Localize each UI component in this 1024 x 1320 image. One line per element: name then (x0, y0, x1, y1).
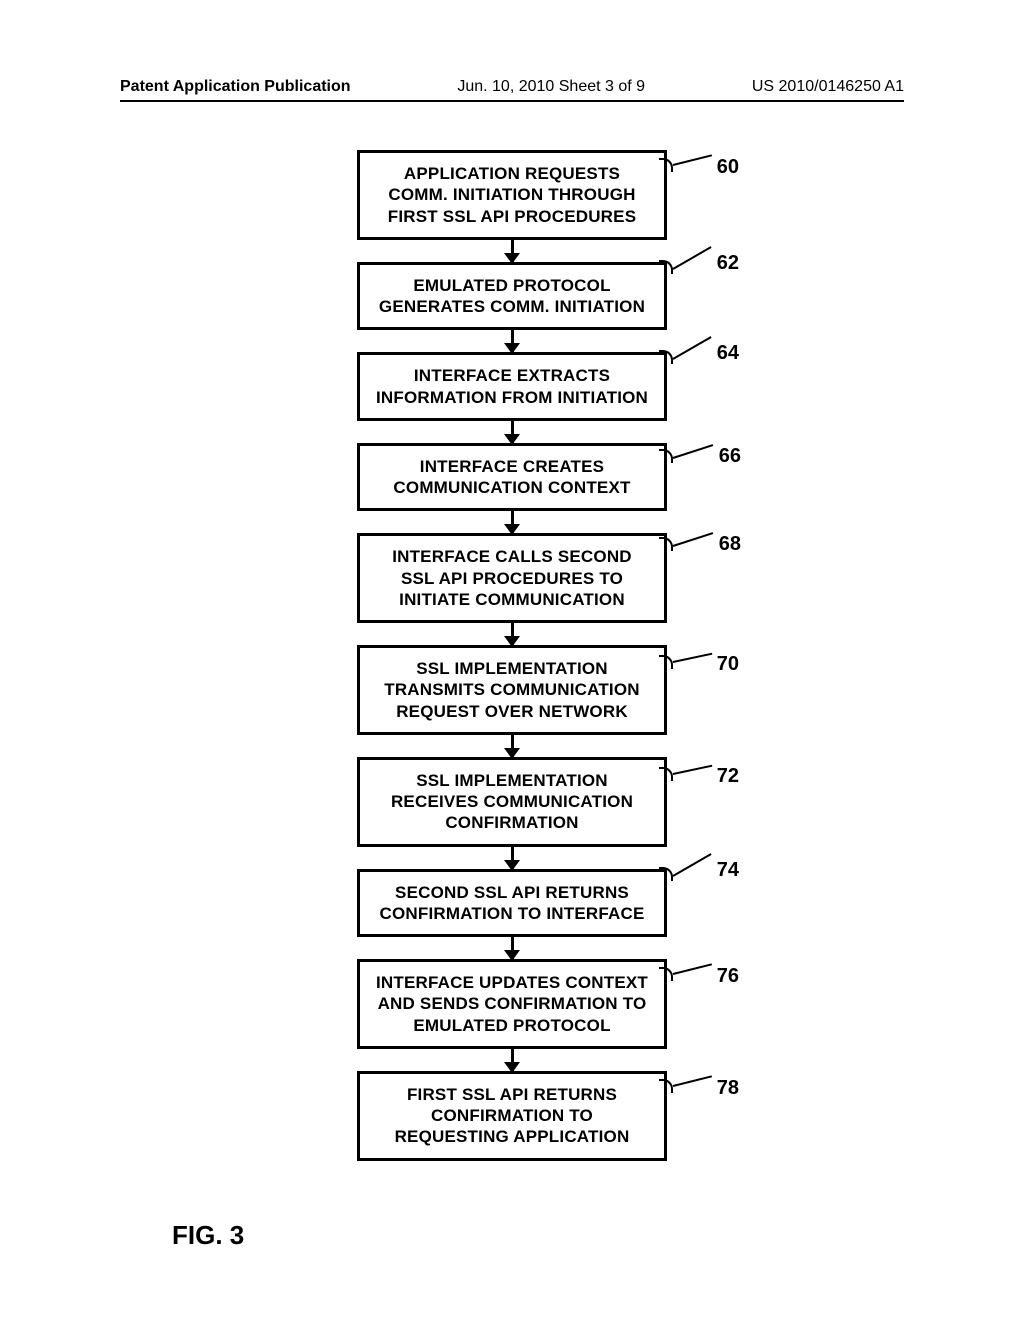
flow-box: APPLICATION REQUESTS COMM. INITIATION TH… (357, 150, 667, 240)
ref-leader-line (673, 764, 713, 774)
flow-box: FIRST SSL API RETURNS CONFIRMATION TO RE… (357, 1071, 667, 1161)
flow-box: SSL IMPLEMENTATION TRANSMITS COMMUNICATI… (357, 645, 667, 735)
flow-step-66: INTERFACE CREATES COMMUNICATION CONTEXT … (357, 443, 667, 512)
ref-number: 76 (717, 965, 739, 988)
ref-leader-line (673, 853, 712, 877)
ref-hook (659, 1079, 673, 1093)
ref-hook (659, 260, 673, 274)
patent-page: Patent Application Publication Jun. 10, … (0, 0, 1024, 1320)
ref-number: 78 (717, 1077, 739, 1100)
flow-arrow (511, 421, 514, 443)
ref-hook (659, 767, 673, 781)
header-center: Jun. 10, 2010 Sheet 3 of 9 (457, 78, 645, 96)
flow-arrow (511, 330, 514, 352)
ref-number: 66 (719, 445, 741, 468)
ref-leader-line (673, 444, 714, 459)
ref-hook (659, 158, 673, 172)
flow-arrow (511, 240, 514, 262)
page-header: Patent Application Publication Jun. 10, … (0, 78, 1024, 96)
flowchart: APPLICATION REQUESTS COMM. INITIATION TH… (0, 150, 1024, 1161)
ref-number: 72 (717, 765, 739, 788)
flow-step-76: INTERFACE UPDATES CONTEXT AND SENDS CONF… (357, 959, 667, 1049)
ref-number: 60 (717, 156, 739, 179)
ref-number: 70 (717, 653, 739, 676)
ref-number: 62 (717, 252, 739, 275)
ref-leader-line (673, 1075, 712, 1087)
flow-arrow (511, 1049, 514, 1071)
ref-leader-line (673, 532, 714, 547)
header-rule (120, 100, 904, 102)
flow-arrow (511, 623, 514, 645)
flow-step-72: SSL IMPLEMENTATION RECEIVES COMMUNICATIO… (357, 757, 667, 847)
ref-leader-line (673, 246, 712, 270)
flow-step-74: SECOND SSL API RETURNS CONFIRMATION TO I… (357, 869, 667, 938)
flow-box: INTERFACE CREATES COMMUNICATION CONTEXT (357, 443, 667, 512)
header-left: Patent Application Publication (120, 78, 351, 96)
ref-hook (659, 449, 673, 463)
header-right: US 2010/0146250 A1 (752, 78, 904, 96)
ref-leader-line (673, 963, 712, 975)
ref-number: 68 (719, 533, 741, 556)
flow-box: SSL IMPLEMENTATION RECEIVES COMMUNICATIO… (357, 757, 667, 847)
flow-step-60: APPLICATION REQUESTS COMM. INITIATION TH… (357, 150, 667, 240)
flow-step-64: INTERFACE EXTRACTS INFORMATION FROM INIT… (357, 352, 667, 421)
flow-box: INTERFACE EXTRACTS INFORMATION FROM INIT… (357, 352, 667, 421)
figure-caption: FIG. 3 (172, 1220, 244, 1251)
ref-leader-line (673, 653, 713, 663)
flow-step-70: SSL IMPLEMENTATION TRANSMITS COMMUNICATI… (357, 645, 667, 735)
ref-hook (659, 350, 673, 364)
flow-box: EMULATED PROTOCOL GENERATES COMM. INITIA… (357, 262, 667, 331)
flow-step-68: INTERFACE CALLS SECOND SSL API PROCEDURE… (357, 533, 667, 623)
flow-box: INTERFACE UPDATES CONTEXT AND SENDS CONF… (357, 959, 667, 1049)
flow-arrow (511, 847, 514, 869)
ref-number: 74 (717, 859, 739, 882)
flow-box: SECOND SSL API RETURNS CONFIRMATION TO I… (357, 869, 667, 938)
ref-leader-line (673, 336, 712, 360)
ref-leader-line (673, 154, 712, 166)
flow-arrow (511, 511, 514, 533)
ref-number: 64 (717, 342, 739, 365)
flow-box: INTERFACE CALLS SECOND SSL API PROCEDURE… (357, 533, 667, 623)
flow-arrow (511, 937, 514, 959)
ref-hook (659, 967, 673, 981)
ref-hook (659, 867, 673, 881)
flow-arrow (511, 735, 514, 757)
flow-step-62: EMULATED PROTOCOL GENERATES COMM. INITIA… (357, 262, 667, 331)
ref-hook (659, 655, 673, 669)
ref-hook (659, 537, 673, 551)
flow-step-78: FIRST SSL API RETURNS CONFIRMATION TO RE… (357, 1071, 667, 1161)
